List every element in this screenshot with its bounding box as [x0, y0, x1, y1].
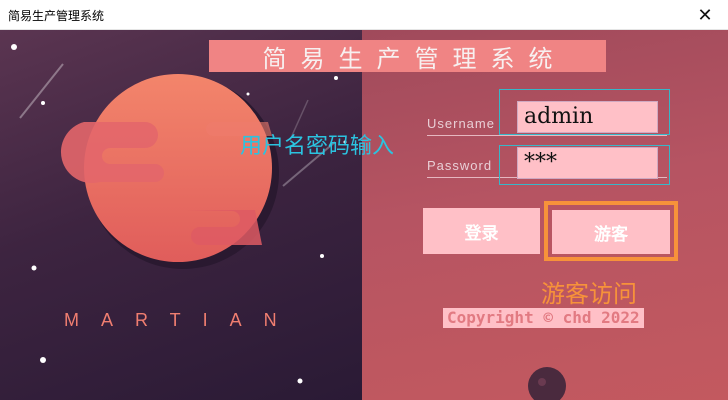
- star: [41, 101, 45, 105]
- username-label: Username: [427, 116, 495, 131]
- martian-illustration: [11, 44, 347, 384]
- username-underline: [427, 135, 667, 136]
- star: [40, 357, 46, 363]
- star: [334, 76, 338, 80]
- close-button[interactable]: ✕: [682, 0, 728, 30]
- input-annotation: 用户名密码输入: [240, 134, 395, 159]
- star: [297, 378, 303, 384]
- star: [11, 44, 17, 50]
- password-label: Password: [427, 158, 493, 173]
- star: [246, 92, 250, 96]
- window-titlebar: 简易生产管理系统 ✕: [0, 0, 728, 30]
- window-title: 简易生产管理系统: [8, 9, 105, 23]
- brand-text: MARTIAN: [64, 310, 299, 330]
- guest-button[interactable]: 游客: [552, 210, 670, 254]
- login-window-content: MARTIAN 简易生产管理系统 Username admin Password…: [0, 30, 728, 400]
- login-button[interactable]: 登录: [423, 208, 540, 254]
- star: [31, 265, 37, 271]
- app-title-banner: 简易生产管理系统: [209, 40, 606, 73]
- guest-annotation: 游客访问: [541, 280, 637, 308]
- copyright-text: Copyright © chd 2022: [443, 308, 644, 328]
- star: [320, 254, 324, 258]
- shooting-star: [19, 63, 64, 119]
- close-icon: ✕: [697, 4, 713, 26]
- password-input[interactable]: ***: [517, 147, 658, 179]
- martian-illustration-panel: MARTIAN: [0, 30, 362, 400]
- username-input[interactable]: admin: [517, 101, 658, 133]
